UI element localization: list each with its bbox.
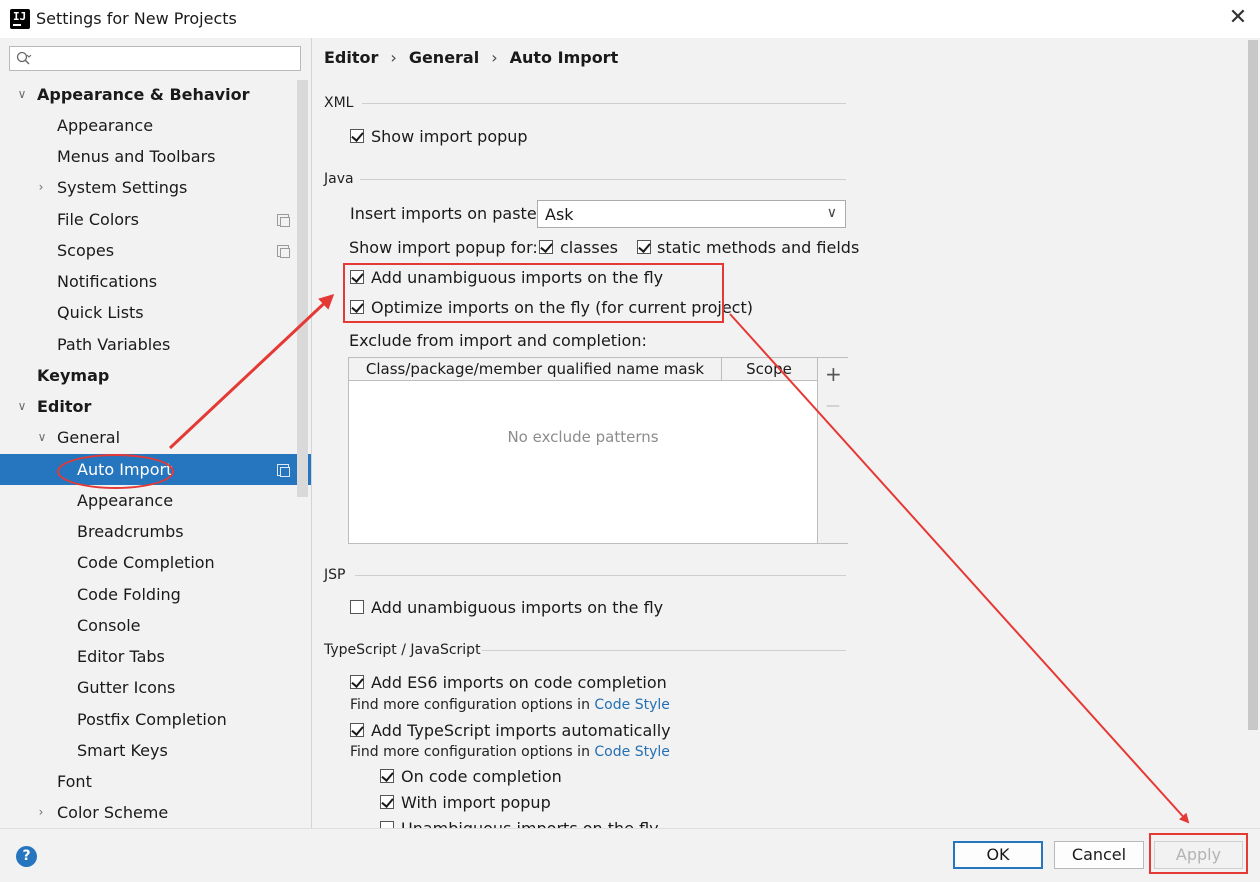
plus-icon[interactable]: + <box>825 364 842 384</box>
code-style-link-1[interactable]: Code Style <box>594 697 669 713</box>
static-methods-label: static methods and fields <box>657 238 860 257</box>
content-scrollbar[interactable] <box>1248 40 1258 730</box>
window-title: Settings for New Projects <box>36 9 237 28</box>
tree-item-menus-toolbars[interactable]: Menus and Toolbars <box>0 141 311 172</box>
with-import-popup-label: With import popup <box>401 793 551 812</box>
tree-item-quick-lists[interactable]: Quick Lists <box>0 297 311 328</box>
tree-item-code-folding[interactable]: Code Folding <box>0 579 311 610</box>
tree-item-font[interactable]: Font <box>0 766 311 797</box>
annotation-highlight-box <box>343 263 724 323</box>
clipped-row: Unambiguous imports on the fly <box>370 815 670 828</box>
cancel-button[interactable]: Cancel <box>1054 841 1144 869</box>
tree-item-notifications[interactable]: Notifications <box>0 266 311 297</box>
project-settings-icon <box>277 245 290 258</box>
tree-item-postfix-completion[interactable]: Postfix Completion <box>0 704 311 735</box>
chevron-down-icon: ∨ <box>17 399 27 413</box>
add-ts-label: Add TypeScript imports automatically <box>371 721 671 740</box>
tree-item-smart-keys[interactable]: Smart Keys <box>0 735 311 766</box>
tree-item-breadcrumbs[interactable]: Breadcrumbs <box>0 516 311 547</box>
insert-imports-select[interactable]: Ask ∨ <box>537 200 846 228</box>
chevron-right-icon: › <box>38 180 44 194</box>
tree-item-path-variables[interactable]: Path Variables <box>0 329 311 360</box>
code-style-link-2[interactable]: Code Style <box>594 744 669 760</box>
empty-text: No exclude patterns <box>507 428 659 446</box>
chevron-down-icon: ∨ <box>37 430 47 444</box>
tree-item-console[interactable]: Console <box>0 610 311 641</box>
add-es6-label: Add ES6 imports on code completion <box>371 673 667 692</box>
xml-show-import-popup-checkbox[interactable] <box>350 129 364 143</box>
divider <box>482 650 846 651</box>
static-methods-checkbox[interactable] <box>637 240 651 254</box>
section-jsp: JSP <box>324 567 346 583</box>
project-settings-icon <box>277 464 290 477</box>
annotation-apply-box <box>1149 833 1248 874</box>
find-more-text-2: Find more configuration options in Code … <box>350 744 670 760</box>
tree-item-general[interactable]: ∨ General <box>0 422 311 453</box>
annotation-ellipse <box>57 454 174 489</box>
add-es6-checkbox[interactable] <box>350 675 364 689</box>
tree-item-scopes[interactable]: Scopes <box>0 235 311 266</box>
minus-icon[interactable]: — <box>825 398 841 414</box>
ok-button[interactable]: OK <box>953 841 1043 869</box>
breadcrumb-general: General <box>408 48 480 67</box>
tree-item-gutter-icons[interactable]: Gutter Icons <box>0 672 311 703</box>
tree-item-appearance-behavior[interactable]: ∨ Appearance & Behavior <box>0 79 311 110</box>
column-mask[interactable]: Class/package/member qualified name mask <box>349 358 722 380</box>
close-icon[interactable]: ✕ <box>1226 6 1250 30</box>
breadcrumb-editor: Editor <box>324 48 379 67</box>
add-ts-checkbox[interactable] <box>350 723 364 737</box>
search-icon <box>16 51 32 65</box>
table-toolbar: + — <box>817 358 848 543</box>
tree-item-code-completion[interactable]: Code Completion <box>0 547 311 578</box>
search-input[interactable] <box>9 46 301 71</box>
tree-item-editor[interactable]: ∨ Editor <box>0 391 311 422</box>
jsp-add-unambiguous-checkbox[interactable] <box>350 600 364 614</box>
breadcrumb: Editor › General › Auto Import <box>324 48 619 67</box>
exclude-label: Exclude from import and completion: <box>349 331 647 350</box>
unambiguous-label: Unambiguous imports on the fly <box>401 819 659 828</box>
chevron-right-icon: › <box>38 805 44 819</box>
column-scope[interactable]: Scope <box>722 358 816 380</box>
tree-item-editor-tabs[interactable]: Editor Tabs <box>0 641 311 672</box>
tree-item-editor-appearance[interactable]: Appearance <box>0 485 311 516</box>
table-header: Class/package/member qualified name mask… <box>349 358 817 381</box>
divider <box>362 103 846 104</box>
on-code-completion-checkbox[interactable] <box>380 769 394 783</box>
chevron-down-icon: ∨ <box>17 87 27 101</box>
classes-checkbox[interactable] <box>539 240 553 254</box>
on-code-completion-label: On code completion <box>401 767 562 786</box>
tree-item-system-settings[interactable]: › System Settings <box>0 172 311 203</box>
exclude-table[interactable]: Class/package/member qualified name mask… <box>348 357 848 544</box>
chevron-down-icon: ∨ <box>826 205 837 221</box>
show-popup-for-label: Show import popup for: <box>349 238 538 257</box>
tree-scrollbar[interactable] <box>297 80 308 497</box>
find-more-text-1: Find more configuration options in Code … <box>350 697 670 713</box>
classes-label: classes <box>560 238 618 257</box>
tree-item-file-colors[interactable]: File Colors <box>0 204 311 235</box>
unambiguous-checkbox[interactable] <box>380 821 394 828</box>
breadcrumb-auto-import: Auto Import <box>509 48 619 67</box>
section-typescript: TypeScript / JavaScript <box>324 642 481 658</box>
divider <box>355 575 846 576</box>
section-java: Java <box>324 171 354 187</box>
project-settings-icon <box>277 214 290 227</box>
section-xml: XML <box>324 95 354 111</box>
jsp-add-unambiguous-label: Add unambiguous imports on the fly <box>371 598 664 617</box>
tree-item-color-scheme[interactable]: › Color Scheme <box>0 797 311 828</box>
insert-imports-label: Insert imports on paste: <box>350 204 543 223</box>
divider <box>360 179 846 180</box>
help-icon[interactable]: ? <box>16 846 37 867</box>
xml-show-import-popup-label: Show import popup <box>371 127 528 146</box>
tree-item-keymap[interactable]: Keymap <box>0 360 311 391</box>
tree-item-appearance[interactable]: Appearance <box>0 110 311 141</box>
with-import-popup-checkbox[interactable] <box>380 795 394 809</box>
app-icon: IJ <box>8 7 32 31</box>
